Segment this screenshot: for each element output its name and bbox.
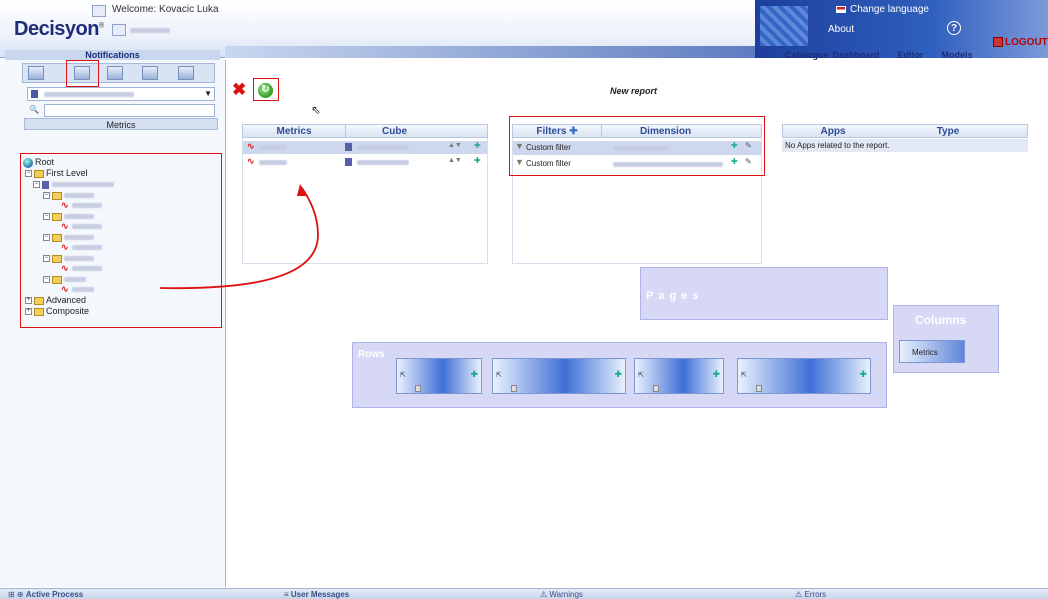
drag-arrow <box>159 184 319 290</box>
status-warnings[interactable]: ⚠ Warnings <box>540 590 583 599</box>
status-user-messages[interactable]: ≡ User Messages <box>284 590 349 599</box>
status-errors[interactable]: ⚠ Errors <box>795 590 826 599</box>
status-active-process[interactable]: ⊞ ⊕ Active Process <box>8 590 83 599</box>
status-bar: ⊞ ⊕ Active Process ≡ User Messages ⚠ War… <box>0 588 1048 599</box>
